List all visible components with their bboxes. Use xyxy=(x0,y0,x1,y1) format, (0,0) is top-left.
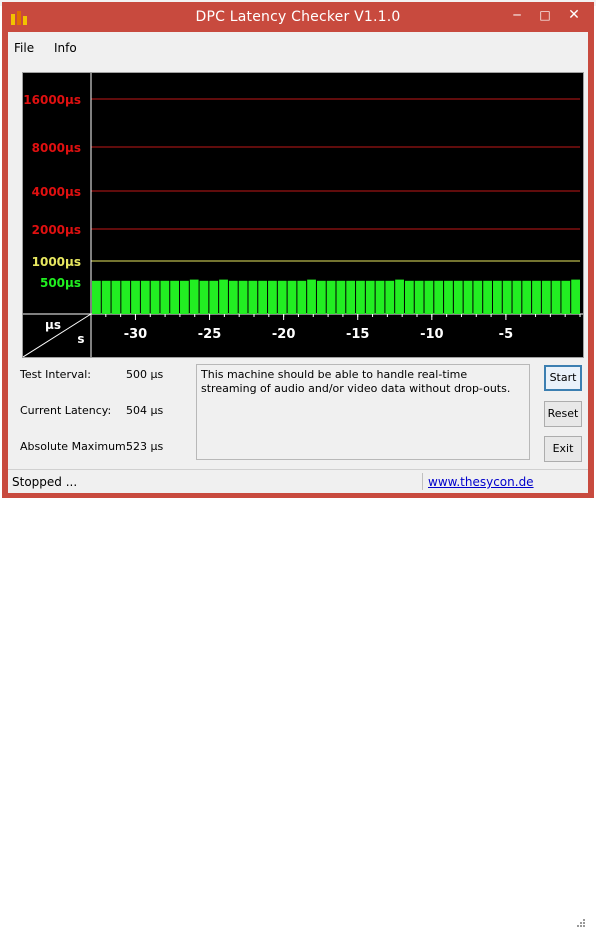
reset-button[interactable]: Reset xyxy=(544,401,582,427)
latency-bar xyxy=(160,280,170,314)
latency-bar xyxy=(356,280,365,314)
latency-bar xyxy=(395,279,404,314)
latency-bar xyxy=(473,280,483,314)
latency-bar xyxy=(307,279,316,314)
test-interval-label: Test Interval: xyxy=(20,368,91,381)
y-axis-label: 2000µs xyxy=(32,223,81,237)
test-interval-value: 500 µs xyxy=(126,368,164,381)
status-text: Stopped ... xyxy=(12,475,78,489)
latency-bar xyxy=(434,280,444,314)
latency-bar xyxy=(268,280,277,314)
latency-bar xyxy=(522,280,532,314)
x-tick-label: -10 xyxy=(420,327,444,342)
latency-bar xyxy=(365,280,375,314)
latency-bar xyxy=(287,280,297,314)
current-latency-label: Current Latency: xyxy=(20,404,112,417)
latency-bar xyxy=(258,280,268,314)
latency-bar xyxy=(326,280,336,314)
latency-bar xyxy=(414,280,424,314)
menu-info[interactable]: Info xyxy=(54,41,77,55)
status-separator xyxy=(422,473,423,490)
start-button[interactable]: Start xyxy=(544,365,582,391)
corner-unit-s: s xyxy=(77,332,84,346)
latency-bar xyxy=(111,280,121,314)
latency-bar xyxy=(424,280,434,314)
background-window-bottom xyxy=(0,497,604,505)
latency-bar xyxy=(453,280,463,314)
latency-bar xyxy=(238,280,248,314)
latency-bar xyxy=(170,280,180,314)
background-window-right xyxy=(596,0,604,505)
y-axis-label: 500µs xyxy=(40,276,81,290)
latency-bar xyxy=(219,279,228,314)
latency-bar xyxy=(444,280,453,314)
y-axis-label: 4000µs xyxy=(32,185,81,199)
latency-bar xyxy=(502,280,512,314)
status-bar: Stopped ... www.thesycon.de xyxy=(8,469,588,927)
latency-bar xyxy=(228,280,238,314)
close-icon[interactable]: ✕ xyxy=(558,4,590,28)
latency-bar xyxy=(561,280,571,314)
y-axis-label: 8000µs xyxy=(32,141,81,155)
latency-bar xyxy=(101,280,111,314)
latency-bar xyxy=(189,279,199,314)
resize-grip-icon[interactable] xyxy=(574,918,586,928)
x-tick-label: -30 xyxy=(124,327,148,342)
latency-bar xyxy=(277,280,287,314)
menu-bar: File Info xyxy=(8,32,588,62)
latency-bar xyxy=(492,280,502,314)
latency-bar xyxy=(150,280,160,314)
latency-bar xyxy=(92,280,101,314)
latency-bar xyxy=(316,280,326,314)
latency-bar xyxy=(297,280,307,314)
menu-file[interactable]: File xyxy=(14,41,34,55)
latency-bar xyxy=(463,280,473,314)
corner-unit-us: µs xyxy=(45,318,61,332)
latency-bar xyxy=(512,280,522,314)
app-window: DPC Latency Checker V1.1.0 ─ □ ✕ File In… xyxy=(2,2,594,927)
latency-bar xyxy=(551,280,561,314)
latency-bar xyxy=(541,280,551,314)
latency-bar xyxy=(346,280,356,314)
latency-bar xyxy=(199,280,209,314)
latency-graph: 16000µs 8000µs 4000µs 2000µs 1000µs 500µs µs s… xyxy=(22,72,584,358)
latency-graph-canvas: 16000µs 8000µs 4000µs 2000µs 1000µs 500µs µs s… xyxy=(22,73,583,358)
latency-bar xyxy=(209,280,219,314)
absolute-maximum-label: Absolute Maximum: xyxy=(20,440,130,453)
minimize-icon[interactable]: ─ xyxy=(504,4,530,28)
latency-bar xyxy=(336,280,346,314)
maximize-icon[interactable]: □ xyxy=(532,4,558,28)
y-axis-label: 1000µs xyxy=(32,255,81,269)
status-message-box[interactable]: This machine should be able to handle re… xyxy=(196,364,530,460)
latency-bar xyxy=(404,280,414,314)
x-tick-label: -20 xyxy=(272,327,296,342)
latency-bar xyxy=(571,279,580,314)
website-link[interactable]: www.thesycon.de xyxy=(428,475,534,489)
status-message-text: This machine should be able to handle re… xyxy=(201,368,511,395)
latency-bar xyxy=(131,280,140,314)
title-bar[interactable]: DPC Latency Checker V1.1.0 ─ □ ✕ xyxy=(2,2,594,32)
absolute-maximum-value: 523 µs xyxy=(126,440,164,453)
current-latency-value: 504 µs xyxy=(126,404,164,417)
x-tick-label: -25 xyxy=(198,327,222,342)
latency-bar xyxy=(375,280,385,314)
y-axis-label: 16000µs xyxy=(23,93,81,107)
client-area: File Info 16000µs 8000µs 4000µs 2000µs 1000µ… xyxy=(8,32,588,927)
latency-bar xyxy=(385,280,395,314)
latency-bar xyxy=(140,280,150,314)
latency-bar xyxy=(180,280,189,314)
x-tick-label: -5 xyxy=(499,327,513,342)
exit-button[interactable]: Exit xyxy=(544,436,582,462)
latency-bar xyxy=(248,280,258,314)
latency-bar xyxy=(121,280,131,314)
latency-bar xyxy=(483,280,492,314)
latency-bar xyxy=(532,280,541,314)
x-tick-label: -15 xyxy=(346,327,370,342)
